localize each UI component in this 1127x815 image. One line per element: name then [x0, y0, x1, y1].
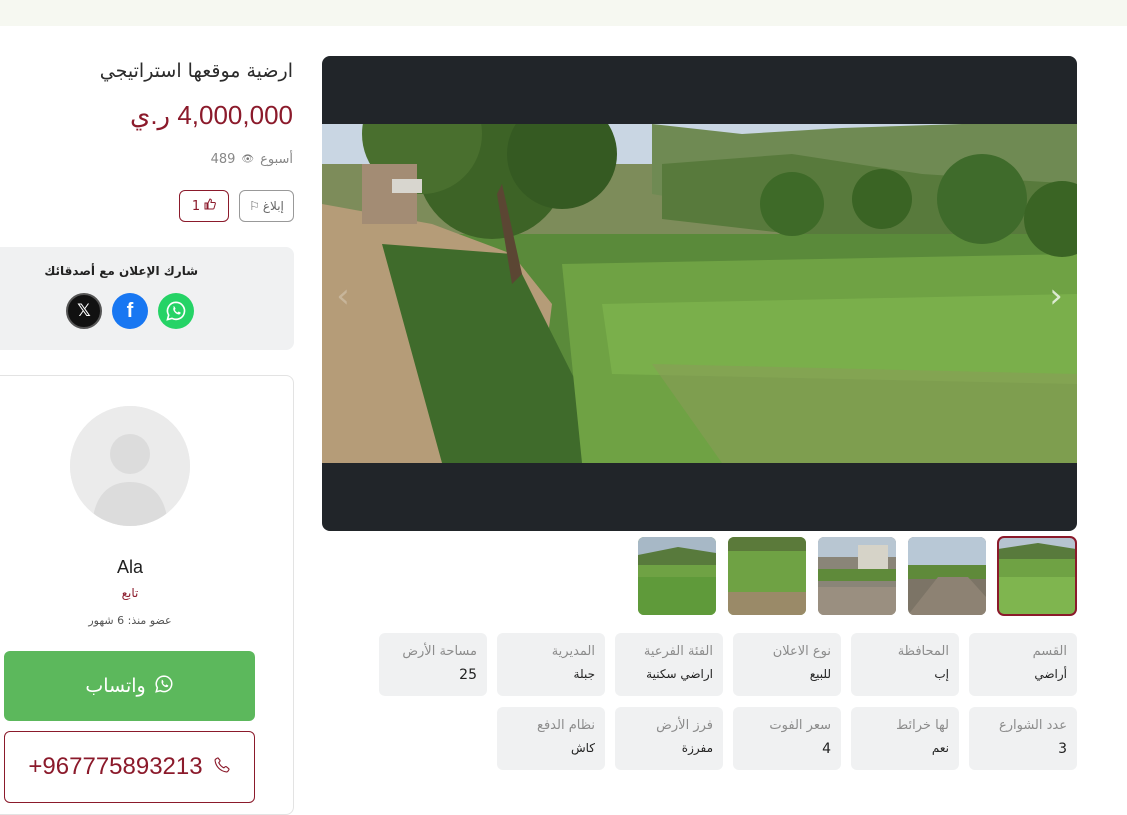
spec-foot-price: سعر الفوت 4	[733, 707, 841, 770]
spec-value: اراضي سكنية	[646, 667, 713, 681]
thumbnail[interactable]	[908, 537, 986, 615]
next-image-arrow[interactable]: ›	[1041, 276, 1071, 316]
spec-category: القسم أراضي	[969, 633, 1077, 696]
listing-price: 4,000,000 ر.ي	[129, 100, 293, 130]
like-button[interactable]: 1	[179, 190, 229, 222]
spec-label: القسم	[1032, 644, 1067, 659]
like-count: 1	[191, 198, 201, 214]
phone-number: +967775893213	[28, 753, 203, 780]
whatsapp-button[interactable]: واتساب	[4, 651, 255, 721]
x-icon[interactable]: 𝕏	[66, 293, 102, 329]
seller-name[interactable]: Ala	[0, 557, 260, 578]
spec-value: جبلة	[573, 667, 595, 681]
spec-label: مساحة الأرض	[402, 644, 477, 659]
spec-ad-type: نوع الاعلان للبيع	[733, 633, 841, 696]
listing-meta: أسبوع 👁 489	[211, 152, 293, 167]
thumbnail-active[interactable]	[997, 536, 1077, 616]
spec-value: 4	[822, 741, 831, 757]
phone-button[interactable]: +967775893213	[4, 731, 255, 803]
whatsapp-icon	[154, 674, 174, 699]
spec-value: كاش	[570, 741, 595, 755]
spec-subcategory: الفئة الفرعية اراضي سكنية	[615, 633, 723, 696]
listing-title: ارضية موقعها استراتيجي	[99, 60, 293, 82]
report-label: إبلاغ	[262, 199, 284, 213]
avatar	[70, 406, 190, 526]
spec-label: الفئة الفرعية	[643, 644, 713, 659]
spec-value: 25	[459, 667, 477, 683]
thumbnail[interactable]	[818, 537, 896, 615]
whatsapp-icon[interactable]	[158, 293, 194, 329]
facebook-icon[interactable]: f	[112, 293, 148, 329]
report-button[interactable]: إبلاغ ⚐	[239, 190, 294, 222]
spec-payment-system: نظام الدفع كاش	[497, 707, 605, 770]
share-box: شارك الإعلان مع أصدقائك 𝕏 f	[0, 247, 294, 350]
spec-value: إب	[934, 667, 949, 681]
spec-governorate: المحافظة إب	[851, 633, 959, 696]
spec-value: أراضي	[1034, 667, 1067, 681]
phone-icon	[213, 753, 231, 781]
spec-district: المديرية جبلة	[497, 633, 605, 696]
flag-icon: ⚐	[249, 199, 260, 213]
spec-label: سعر الفوت	[769, 718, 831, 733]
spec-value: نعم	[931, 741, 949, 755]
posted-time: أسبوع	[260, 152, 293, 167]
thumbnail[interactable]	[638, 537, 716, 615]
spec-value: 3	[1058, 741, 1067, 757]
thumbnail[interactable]	[728, 537, 806, 615]
previous-image-arrow[interactable]: ‹	[328, 276, 358, 316]
image-gallery: ‹ ›	[322, 56, 1077, 531]
share-title: شارك الإعلان مع أصدقائك	[44, 264, 198, 278]
spec-label: فرز الأرض	[656, 718, 713, 733]
view-count: 489	[210, 152, 236, 167]
spec-land-sorting: فرز الأرض مفرزة	[615, 707, 723, 770]
spec-label: نظام الدفع	[537, 718, 595, 733]
spec-label: نوع الاعلان	[772, 644, 831, 659]
eye-icon: 👁	[241, 154, 255, 165]
spec-label: المحافظة	[897, 644, 949, 659]
top-bar	[0, 0, 1127, 26]
spec-label: لها خرائط	[896, 718, 949, 733]
thumbnail-strip	[638, 536, 1078, 617]
whatsapp-label: واتساب	[85, 675, 146, 697]
thumbs-up-icon	[204, 198, 216, 214]
spec-value: مفرزة	[681, 741, 713, 755]
spec-has-maps: لها خرائط نعم	[851, 707, 959, 770]
member-since: عضو منذ: 6 شهور	[88, 614, 172, 627]
spec-value: للبيع	[809, 667, 831, 681]
main-photo[interactable]	[322, 124, 1077, 463]
follow-link[interactable]: تابع	[0, 586, 260, 600]
spec-label: المديرية	[551, 644, 595, 659]
spec-label: عدد الشوارع	[998, 718, 1067, 733]
spec-land-area: مساحة الأرض 25	[379, 633, 487, 696]
spec-street-count: عدد الشوارع 3	[969, 707, 1077, 770]
